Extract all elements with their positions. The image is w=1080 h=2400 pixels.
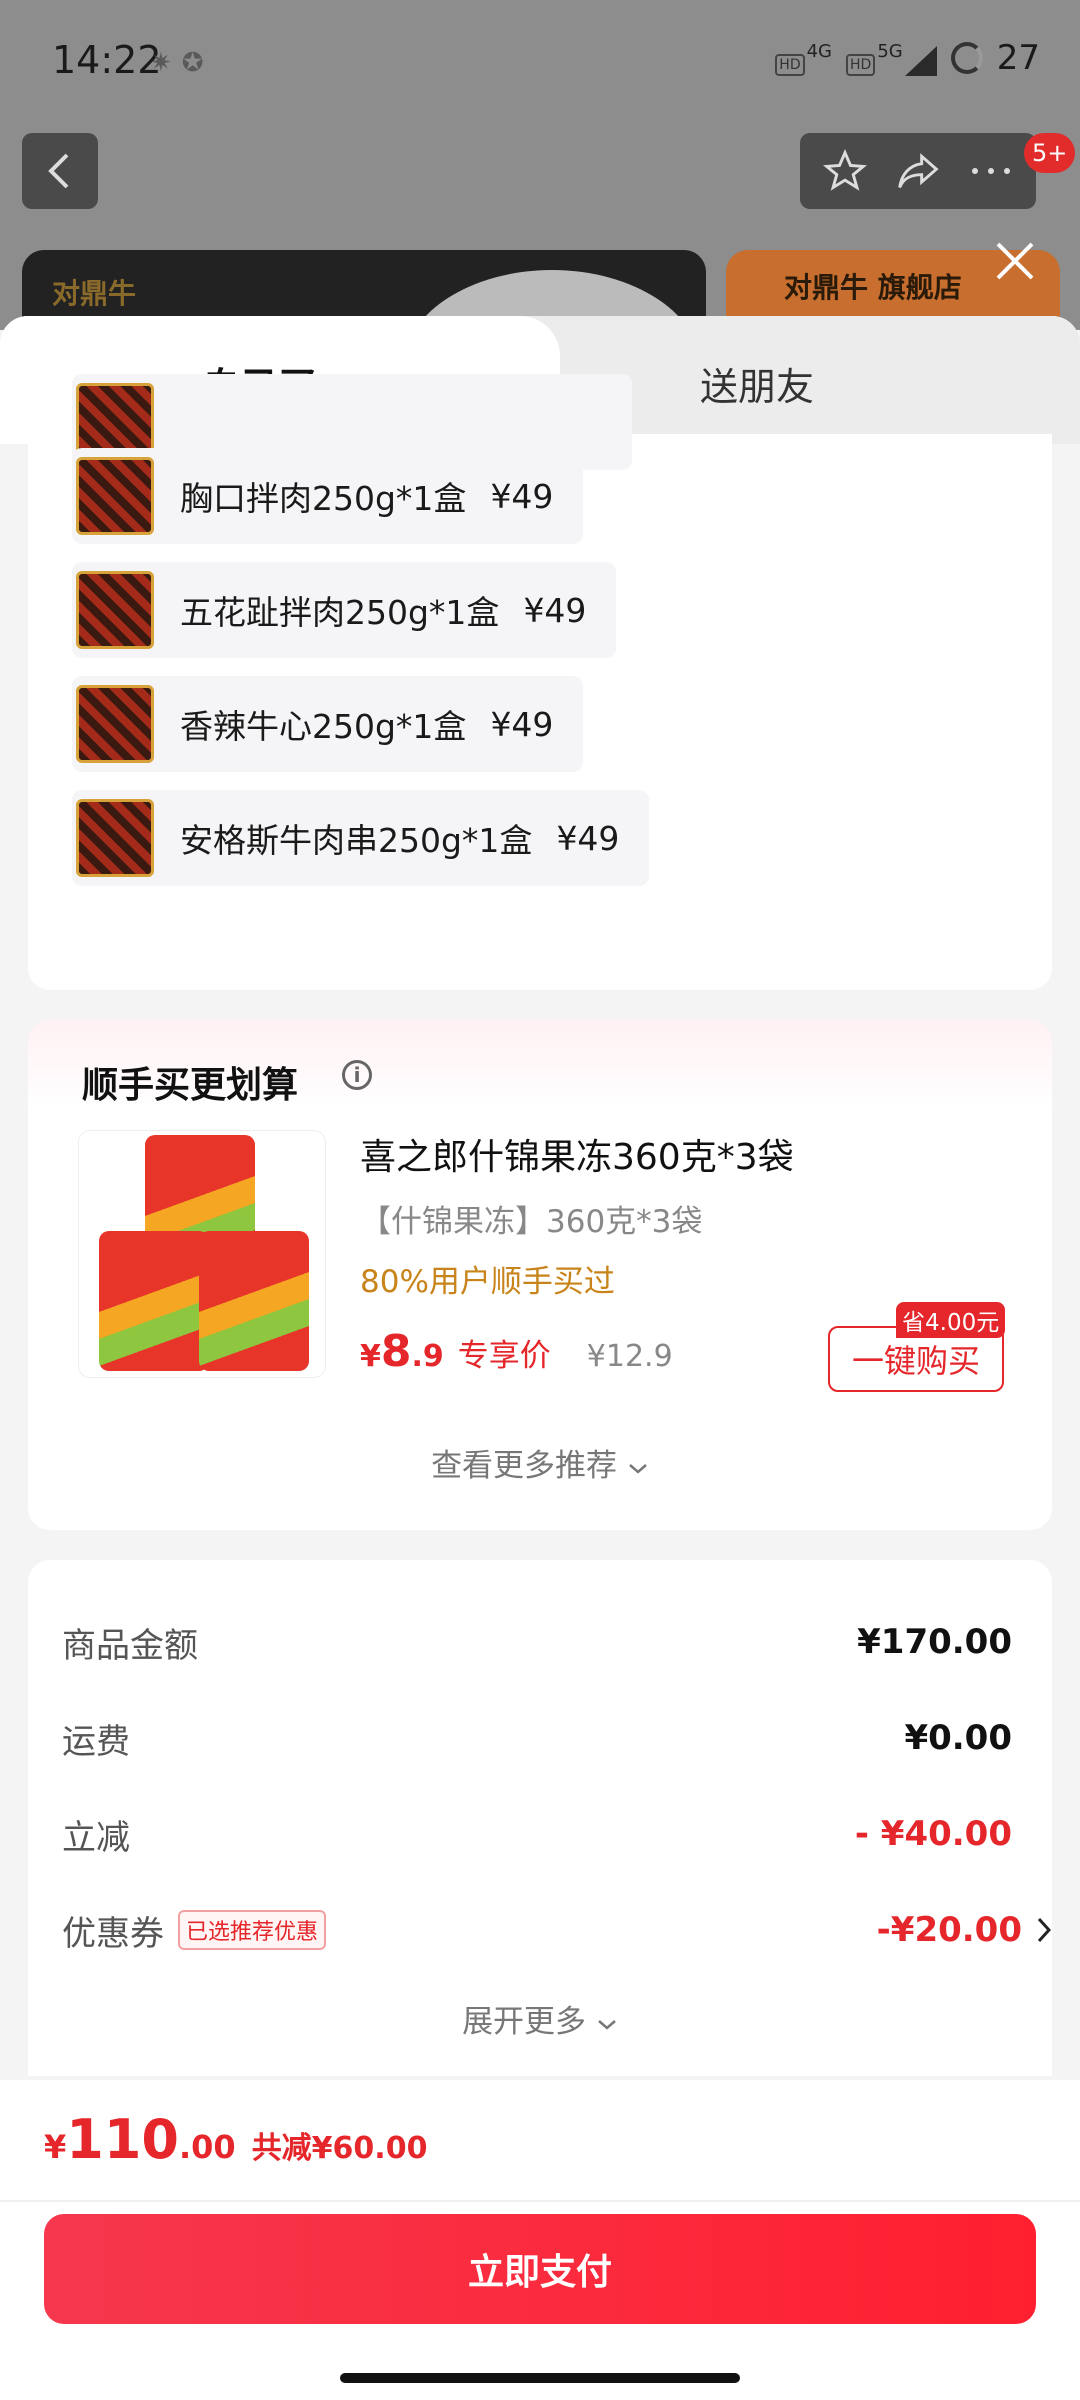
- gift-item: 胸口拌肉250g*1盒 ¥49: [72, 448, 584, 544]
- instant-discount-value: - ¥40.00: [854, 1814, 1012, 1854]
- gift-item: 五花趾拌肉250g*1盒 ¥49: [72, 562, 617, 658]
- coupon-value-group: -¥20.00: [877, 1910, 1052, 1950]
- shipping-label: 运费: [62, 1721, 130, 1762]
- price-symbol: ¥: [360, 1339, 381, 1374]
- banner-brand-text: 对鼎牛: [52, 277, 137, 310]
- price-integer: 8: [380, 1326, 412, 1377]
- network-5g-label: 5G: [877, 40, 903, 62]
- top-toolbar: [800, 133, 1036, 209]
- addon-social-proof: 80%用户顺手买过: [360, 1264, 615, 1300]
- jelly-bag-image: [99, 1231, 209, 1371]
- gift-name: 五花趾拌肉250g*1盒: [180, 593, 500, 632]
- jelly-bag-image: [199, 1231, 309, 1371]
- addon-product-name[interactable]: 喜之郎什锦果冻360克*3袋: [360, 1128, 794, 1180]
- footer-divider: [0, 2200, 1080, 2202]
- addon-section-title: 顺手买更划算: [82, 1065, 299, 1106]
- flagship-store-label: 对鼎牛 旗舰店: [784, 271, 962, 304]
- gift-thumbnail: [76, 571, 154, 649]
- hd-icon: HD: [846, 53, 876, 76]
- message-count-badge: 5+: [1024, 133, 1076, 173]
- instant-discount-row: 立减 - ¥40.00: [62, 1804, 1012, 1864]
- network-5g-indicator: HD 5G: [846, 41, 937, 76]
- back-button[interactable]: [22, 133, 98, 209]
- gift-name: 胸口拌肉250g*1盒: [180, 479, 467, 518]
- home-indicator[interactable]: [340, 2373, 740, 2383]
- signal-icon: [904, 45, 937, 76]
- shipping-row: 运费 ¥0.00: [62, 1708, 1012, 1768]
- price-summary-card: 商品金额 ¥170.00 运费 ¥0.00 立减 - ¥40.00 优惠券 已选…: [28, 1560, 1052, 2076]
- info-icon[interactable]: i: [342, 1060, 372, 1090]
- chevron-left-icon: [48, 153, 69, 189]
- hd-icon: HD: [775, 53, 805, 76]
- chevron-down-icon: [598, 2020, 616, 2030]
- gift-thumbnail: [76, 799, 154, 877]
- status-time: 14:22: [52, 38, 162, 82]
- network-4g-indicator: HD 4G: [775, 41, 832, 76]
- exclusive-price-tag: 专享价: [457, 1338, 551, 1374]
- coupon-value: -¥20.00: [876, 1910, 1022, 1950]
- addon-product-spec: 【什锦果冻】360克*3袋: [360, 1204, 703, 1240]
- original-price: ¥12.9: [586, 1339, 673, 1374]
- addon-price-row: ¥ 8 .9 专享价 ¥12.9: [360, 1326, 673, 1377]
- goods-amount-value: ¥170.00: [857, 1622, 1012, 1662]
- chevron-right-icon: [1037, 1917, 1052, 1943]
- status-right-group: HD 4G HD 5G 27: [775, 38, 1040, 78]
- more-icon[interactable]: [969, 161, 1013, 181]
- total-symbol: ¥: [44, 2128, 67, 2166]
- gift-price: ¥49: [556, 818, 620, 858]
- battery-icon: [950, 42, 983, 74]
- tab-gift-label: 送朋友: [700, 365, 815, 409]
- gift-name: 香辣牛心250g*1盒: [180, 707, 467, 746]
- goods-amount-row: 商品金额 ¥170.00: [62, 1612, 1012, 1672]
- gift-items-card: 胸口拌肉250g*1盒 ¥49 五花趾拌肉250g*1盒 ¥49 香辣牛心250…: [28, 374, 1052, 990]
- gift-thumbnail: [76, 457, 154, 535]
- chevron-down-icon: [629, 1464, 647, 1474]
- savings-badge: 省4.00元: [896, 1302, 1006, 1338]
- background-page: 14:22 ✷✪ HD 4G HD 5G 27 5+ 对鼎牛 对鼎牛 旗舰店: [0, 0, 1080, 330]
- share-icon[interactable]: [894, 149, 942, 193]
- close-icon[interactable]: [992, 238, 1038, 284]
- gift-thumbnail: [76, 685, 154, 763]
- checkout-footer: ¥ 110 .00 共减¥60.00 立即支付: [0, 2080, 1080, 2400]
- coupon-row[interactable]: 优惠券 已选推荐优惠 -¥20.00: [62, 1900, 1052, 1960]
- network-4g-label: 4G: [806, 40, 833, 62]
- gift-item: 安格斯牛肉串250g*1盒 ¥49: [72, 790, 650, 886]
- addon-recommendation-card: 顺手买更划算 i 喜之郎什锦果冻360克*3袋 【什锦果冻】360克*3袋 80…: [28, 1020, 1052, 1530]
- shipping-value: ¥0.00: [904, 1718, 1012, 1758]
- status-notification-icons: ✷✪: [150, 48, 214, 78]
- total-saved: 共减¥60.00: [251, 2131, 428, 2166]
- pay-now-button[interactable]: 立即支付: [44, 2214, 1036, 2324]
- battery-level: 27: [996, 38, 1040, 78]
- total-integer: 110: [66, 2108, 179, 2171]
- gift-item: 香辣牛心250g*1盒 ¥49: [72, 676, 584, 772]
- total-price-row: ¥ 110 .00 共减¥60.00: [44, 2108, 427, 2171]
- coupon-label-group: 优惠券 已选推荐优惠: [62, 1906, 327, 1955]
- instant-discount-label: 立减: [62, 1817, 130, 1858]
- coupon-recommended-tag: 已选推荐优惠: [178, 1910, 327, 1950]
- status-bar: 14:22 ✷✪ HD 4G HD 5G 27: [0, 0, 1080, 120]
- coupon-label: 优惠券: [62, 1913, 164, 1954]
- gift-name: 安格斯牛肉串250g*1盒: [180, 821, 533, 860]
- gift-price: ¥49: [490, 476, 554, 516]
- star-icon[interactable]: [823, 149, 868, 193]
- expand-more-link[interactable]: 展开更多: [28, 1996, 1052, 2041]
- expand-more-label: 展开更多: [462, 2004, 587, 2040]
- gift-price: ¥49: [523, 590, 587, 630]
- gift-price: ¥49: [490, 704, 554, 744]
- more-recommendations-label: 查看更多推荐: [431, 1448, 618, 1484]
- more-recommendations-link[interactable]: 查看更多推荐: [28, 1440, 1052, 1485]
- price-decimal: .9: [411, 1339, 444, 1374]
- addon-product-image[interactable]: [78, 1130, 326, 1378]
- total-decimal: .00: [179, 2128, 236, 2166]
- goods-amount-label: 商品金额: [62, 1625, 198, 1666]
